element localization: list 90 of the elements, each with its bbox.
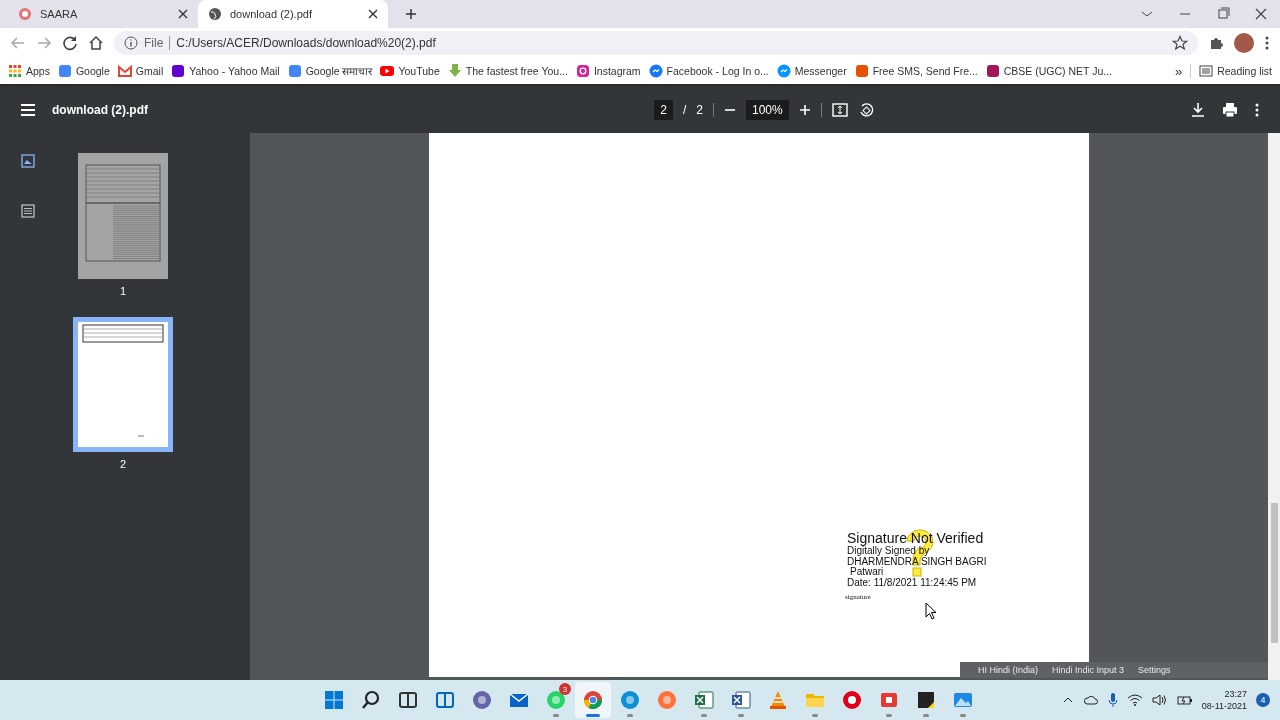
bookmark[interactable]: Instagram xyxy=(575,64,641,78)
close-icon[interactable] xyxy=(368,9,378,19)
notification-count[interactable]: 4 xyxy=(1256,693,1270,707)
page-separator: / xyxy=(682,102,687,117)
battery-icon[interactable] xyxy=(1176,694,1193,706)
scheme-label: File xyxy=(144,36,164,50)
chrome-icon xyxy=(583,690,603,710)
plus-icon[interactable] xyxy=(798,103,811,116)
traffic-cone-icon xyxy=(768,690,788,710)
outline-view-button[interactable] xyxy=(18,201,38,221)
signature-detail: Date: 11/8/2021 11:24:45 PM xyxy=(847,577,978,588)
avatar[interactable] xyxy=(1234,33,1254,53)
o-ring-icon xyxy=(842,690,862,710)
unread-count: 3 xyxy=(559,683,571,695)
x-sheet-icon xyxy=(694,690,714,710)
mouse-pointer-icon xyxy=(925,602,937,620)
chat-bubble-icon xyxy=(776,64,791,78)
info-icon xyxy=(124,36,138,50)
bookmark[interactable]: YouTube xyxy=(380,64,440,78)
fit-page-icon[interactable] xyxy=(831,101,848,118)
globe-icon xyxy=(208,7,222,21)
page-number-field[interactable]: 2 xyxy=(654,99,673,120)
browser-tab[interactable]: SAARA xyxy=(8,0,198,28)
site-icon xyxy=(854,64,869,78)
bookmark[interactable]: CBSE (UGC) NET Ju... xyxy=(985,64,1113,78)
browser-tab[interactable]: download (2).pdf xyxy=(198,0,388,28)
language-bar-item[interactable]: Settings xyxy=(1138,665,1171,675)
more-bookmarks[interactable]: » xyxy=(1174,63,1183,79)
speaker-icon[interactable] xyxy=(1151,694,1168,706)
signature-detail: Patwari xyxy=(849,567,885,578)
close-icon[interactable] xyxy=(178,9,188,19)
bookmark[interactable]: Free SMS, Send Fre... xyxy=(854,64,978,78)
note-icon xyxy=(916,690,936,710)
cloud-icon[interactable] xyxy=(1082,694,1099,706)
bookmark[interactable]: Facebook - Log In o... xyxy=(648,64,769,78)
puzzle-icon[interactable] xyxy=(1208,35,1224,51)
grid-icon xyxy=(8,64,22,78)
microphone-icon[interactable] xyxy=(1107,692,1118,708)
page-label: 1 xyxy=(119,285,127,297)
list-icon xyxy=(1199,64,1214,78)
clock[interactable]: 23:27 08-11-2021 xyxy=(1201,688,1247,712)
menu-icon[interactable] xyxy=(20,102,36,117)
url-text: C:/Users/ACER/Downloads/download%20(2).pdf xyxy=(176,36,437,50)
reload-icon[interactable] xyxy=(62,35,78,51)
search-icon xyxy=(361,690,381,710)
page-thumbnail[interactable] xyxy=(73,317,173,452)
more-icon[interactable] xyxy=(1264,35,1270,51)
bookmark[interactable]: Yahoo - Yahoo Mail xyxy=(171,64,280,78)
site-icon xyxy=(287,64,302,78)
arrow-icon xyxy=(447,64,462,78)
document-title: download (2).pdf xyxy=(52,102,148,117)
date-text: 08-11-2021 xyxy=(1201,700,1247,712)
site-icon xyxy=(171,64,186,78)
panels-icon xyxy=(435,690,455,710)
wifi-icon[interactable] xyxy=(1126,694,1143,706)
more-icon[interactable] xyxy=(1254,101,1260,118)
emblem-icon xyxy=(18,7,32,21)
page-count: 2 xyxy=(696,102,703,117)
bookmark[interactable]: Apps xyxy=(8,64,50,78)
time-text: 23:27 xyxy=(1224,688,1247,700)
reading-list-button[interactable]: Reading list xyxy=(1199,64,1272,78)
site-icon xyxy=(985,64,1000,78)
address-field[interactable]: File C:/Users/ACER/Downloads/download%20(2).pdf xyxy=(114,31,1198,55)
home-icon[interactable] xyxy=(88,35,104,51)
signature-detail: Digitally Signed by xyxy=(847,546,930,557)
zoom-field[interactable]: 100% xyxy=(746,99,789,120)
star-icon[interactable] xyxy=(1172,35,1188,51)
bookmark[interactable]: The fastest free You... xyxy=(447,64,568,78)
landscape-icon xyxy=(953,690,973,710)
printer-icon[interactable] xyxy=(1222,101,1238,118)
thumbnail-view-button[interactable] xyxy=(18,151,38,171)
camera-icon xyxy=(575,64,590,78)
bookmark[interactable]: Gmail xyxy=(117,64,164,78)
language-bar-item[interactable]: HI Hindi (India) xyxy=(978,665,1039,675)
bookmark[interactable]: Google xyxy=(57,64,110,78)
windows-icon xyxy=(324,690,344,710)
page-thumbnail[interactable] xyxy=(78,153,168,279)
envelope-icon xyxy=(509,690,529,710)
taskbar-app[interactable]: 3 xyxy=(538,682,574,718)
site-icon xyxy=(57,64,72,78)
scrollbar[interactable] xyxy=(1268,133,1280,680)
play-icon xyxy=(380,64,395,78)
envelope-icon xyxy=(117,64,132,78)
download-icon[interactable] xyxy=(1190,101,1206,118)
page-label: 2 xyxy=(119,458,127,470)
bookmark[interactable]: Messenger xyxy=(776,64,847,78)
record-icon xyxy=(879,690,899,710)
bookmark[interactable]: Google समाचार xyxy=(287,64,373,78)
language-bar-item[interactable]: Hindi Indic Input 3 xyxy=(1052,665,1125,675)
w-document-icon xyxy=(731,690,751,710)
